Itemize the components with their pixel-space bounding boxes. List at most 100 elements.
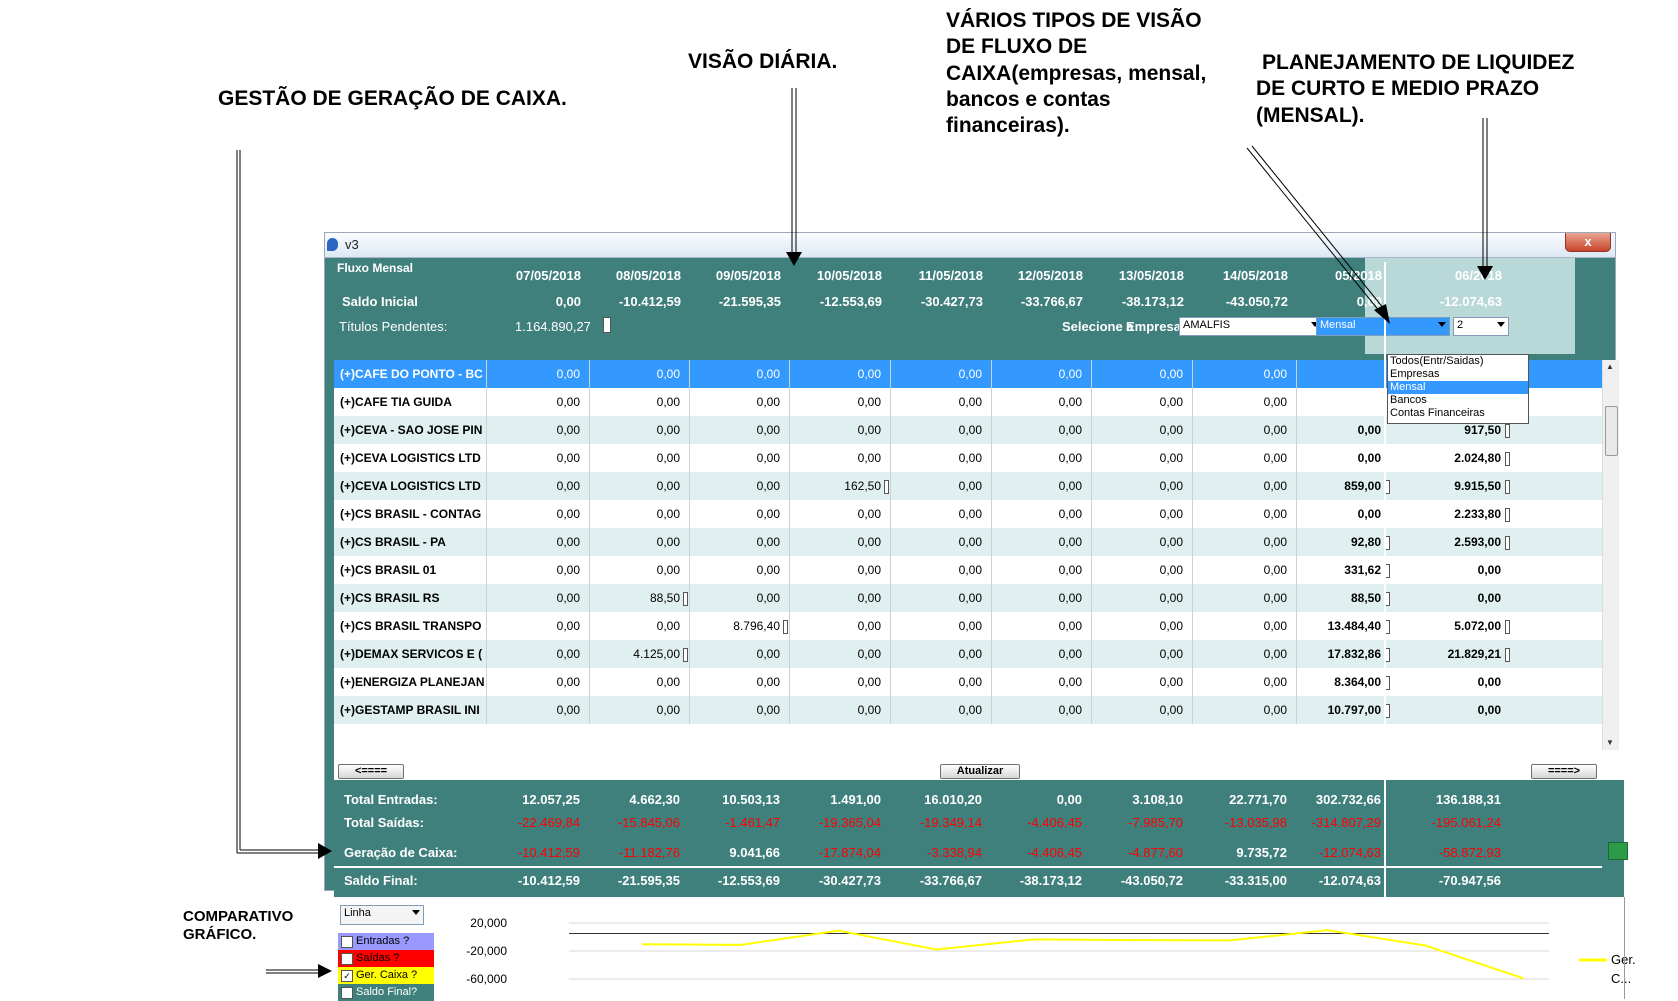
day-cell[interactable]: 0,00 — [590, 423, 680, 437]
day-cell[interactable]: 0,00 — [892, 507, 982, 521]
menu-item-contas-financeiras[interactable]: Contas Financeiras — [1388, 407, 1528, 420]
month-cell[interactable]: 92,80 — [1291, 535, 1381, 549]
month-cell[interactable]: 2.593,00 — [1411, 535, 1501, 549]
checkbox[interactable] — [341, 987, 353, 999]
empresa-select[interactable]: AMALFIS — [1179, 317, 1323, 336]
day-cell[interactable]: 0,00 — [1093, 479, 1183, 493]
table-row[interactable]: (+)CS BRASIL - CONTAG 0,00 0,00 0,00 0,00 0,0… — [334, 500, 1602, 528]
month-cell[interactable]: 8.364,00 — [1291, 675, 1381, 689]
table-row[interactable]: (+)DEMAX SERVICOS E (0,00 4.125,00 0,00 0,0… — [334, 640, 1602, 668]
checkbox[interactable] — [341, 936, 353, 948]
series-toggle[interactable]: Saídas ? — [338, 950, 434, 967]
day-cell[interactable]: 0,00 — [1093, 507, 1183, 521]
checkbox[interactable] — [341, 953, 353, 965]
detail-button[interactable] — [1505, 620, 1510, 634]
day-cell[interactable]: 0,00 — [590, 395, 680, 409]
day-cell[interactable]: 0,00 — [690, 395, 780, 409]
refresh-button[interactable]: Atualizar — [940, 764, 1020, 779]
day-cell[interactable]: 0,00 — [590, 563, 680, 577]
day-cell[interactable]: 0,00 — [490, 479, 580, 493]
day-cell[interactable]: 0,00 — [1197, 395, 1287, 409]
day-cell[interactable]: 0,00 — [992, 395, 1082, 409]
day-cell[interactable]: 0,00 — [992, 619, 1082, 633]
detail-button[interactable] — [683, 648, 688, 662]
day-cell[interactable]: 0,00 — [1093, 395, 1183, 409]
day-cell[interactable]: 0,00 — [791, 563, 881, 577]
day-cell[interactable]: 0,00 — [1093, 703, 1183, 717]
day-cell[interactable]: 0,00 — [590, 507, 680, 521]
day-cell[interactable]: 0,00 — [1093, 675, 1183, 689]
day-cell[interactable]: 0,00 — [791, 423, 881, 437]
day-cell[interactable]: 0,00 — [992, 507, 1082, 521]
month-cell[interactable]: 88,50 — [1291, 591, 1381, 605]
day-cell[interactable]: 0,00 — [892, 563, 982, 577]
day-cell[interactable]: 88,50 — [590, 591, 680, 605]
day-cell[interactable]: 0,00 — [1197, 535, 1287, 549]
month-cell[interactable]: 9.915,50 — [1411, 479, 1501, 493]
day-cell[interactable]: 0,00 — [1093, 535, 1183, 549]
month-cell[interactable]: 917,50 — [1411, 423, 1501, 437]
day-cell[interactable]: 0,00 — [490, 619, 580, 633]
day-cell[interactable]: 0,00 — [892, 591, 982, 605]
detail-button[interactable] — [1505, 508, 1510, 522]
month-cell[interactable]: 0,00 — [1411, 675, 1501, 689]
day-cell[interactable]: 0,00 — [690, 479, 780, 493]
day-cell[interactable]: 0,00 — [791, 507, 881, 521]
day-cell[interactable]: 0,00 — [791, 591, 881, 605]
menu-item-todos[interactable]: Todos(Entr/Saidas) — [1388, 355, 1528, 368]
day-cell[interactable]: 0,00 — [1197, 703, 1287, 717]
day-cell[interactable]: 0,00 — [490, 423, 580, 437]
day-cell[interactable]: 0,00 — [791, 647, 881, 661]
day-cell[interactable]: 0,00 — [892, 423, 982, 437]
month-cell[interactable]: 0,00 — [1291, 451, 1381, 465]
detail-button[interactable] — [1505, 452, 1510, 466]
day-cell[interactable]: 0,00 — [992, 703, 1082, 717]
day-cell[interactable]: 0,00 — [490, 507, 580, 521]
day-cell[interactable]: 0,00 — [892, 535, 982, 549]
scroll-down-icon[interactable]: ▼ — [1606, 738, 1614, 747]
month-cell[interactable]: 2.233,80 — [1411, 507, 1501, 521]
day-cell[interactable]: 0,00 — [892, 619, 982, 633]
day-cell[interactable]: 0,00 — [1093, 451, 1183, 465]
view-type-select[interactable]: Mensal — [1316, 317, 1450, 336]
table-row[interactable]: (+)CS BRASIL TRANSPO 0,00 0,00 8.796,40 0,00… — [334, 612, 1602, 640]
day-cell[interactable]: 0,00 — [490, 703, 580, 717]
day-cell[interactable]: 0,00 — [490, 367, 580, 381]
day-cell[interactable]: 0,00 — [690, 703, 780, 717]
scroll-up-icon[interactable]: ▲ — [1606, 362, 1614, 371]
menu-item-bancos[interactable]: Bancos — [1388, 394, 1528, 407]
day-cell[interactable]: 0,00 — [490, 395, 580, 409]
day-cell[interactable]: 0,00 — [590, 703, 680, 717]
day-cell[interactable]: 0,00 — [791, 451, 881, 465]
table-row[interactable]: (+)CS BRASIL - PA 0,00 0,00 0,00 0,00 0,00 0,0… — [334, 528, 1602, 556]
day-cell[interactable]: 4.125,00 — [590, 647, 680, 661]
day-cell[interactable]: 0,00 — [892, 451, 982, 465]
series-toggle[interactable]: Saldo Final? — [338, 984, 434, 1001]
table-row[interactable]: (+)CS BRASIL RS 0,00 88,50 0,00 0,00 0,00 0,00… — [334, 584, 1602, 612]
day-cell[interactable]: 0,00 — [791, 619, 881, 633]
day-cell[interactable]: 162,50 — [791, 479, 881, 493]
day-cell[interactable]: 0,00 — [690, 591, 780, 605]
day-cell[interactable]: 0,00 — [1197, 647, 1287, 661]
detail-button[interactable] — [1505, 536, 1510, 550]
day-cell[interactable]: 0,00 — [590, 619, 680, 633]
series-toggle[interactable]: Entradas ? — [338, 933, 434, 950]
day-cell[interactable]: 8.796,40 — [690, 619, 780, 633]
day-cell[interactable]: 0,00 — [690, 507, 780, 521]
day-cell[interactable]: 0,00 — [992, 423, 1082, 437]
month-cell[interactable]: 2.024,80 — [1411, 451, 1501, 465]
series-toggle[interactable]: ✓ Ger. Caixa ? — [338, 967, 434, 984]
day-cell[interactable]: 0,00 — [1197, 563, 1287, 577]
day-cell[interactable]: 0,00 — [1197, 591, 1287, 605]
day-cell[interactable]: 0,00 — [892, 703, 982, 717]
day-cell[interactable]: 0,00 — [1197, 619, 1287, 633]
month-cell[interactable]: 0,00 — [1291, 423, 1381, 437]
day-cell[interactable]: 0,00 — [791, 395, 881, 409]
day-cell[interactable]: 0,00 — [791, 535, 881, 549]
day-cell[interactable]: 0,00 — [490, 675, 580, 689]
day-cell[interactable]: 0,00 — [690, 647, 780, 661]
day-cell[interactable]: 0,00 — [690, 675, 780, 689]
detail-button[interactable] — [683, 592, 688, 606]
day-cell[interactable]: 0,00 — [892, 395, 982, 409]
day-cell[interactable]: 0,00 — [1197, 479, 1287, 493]
